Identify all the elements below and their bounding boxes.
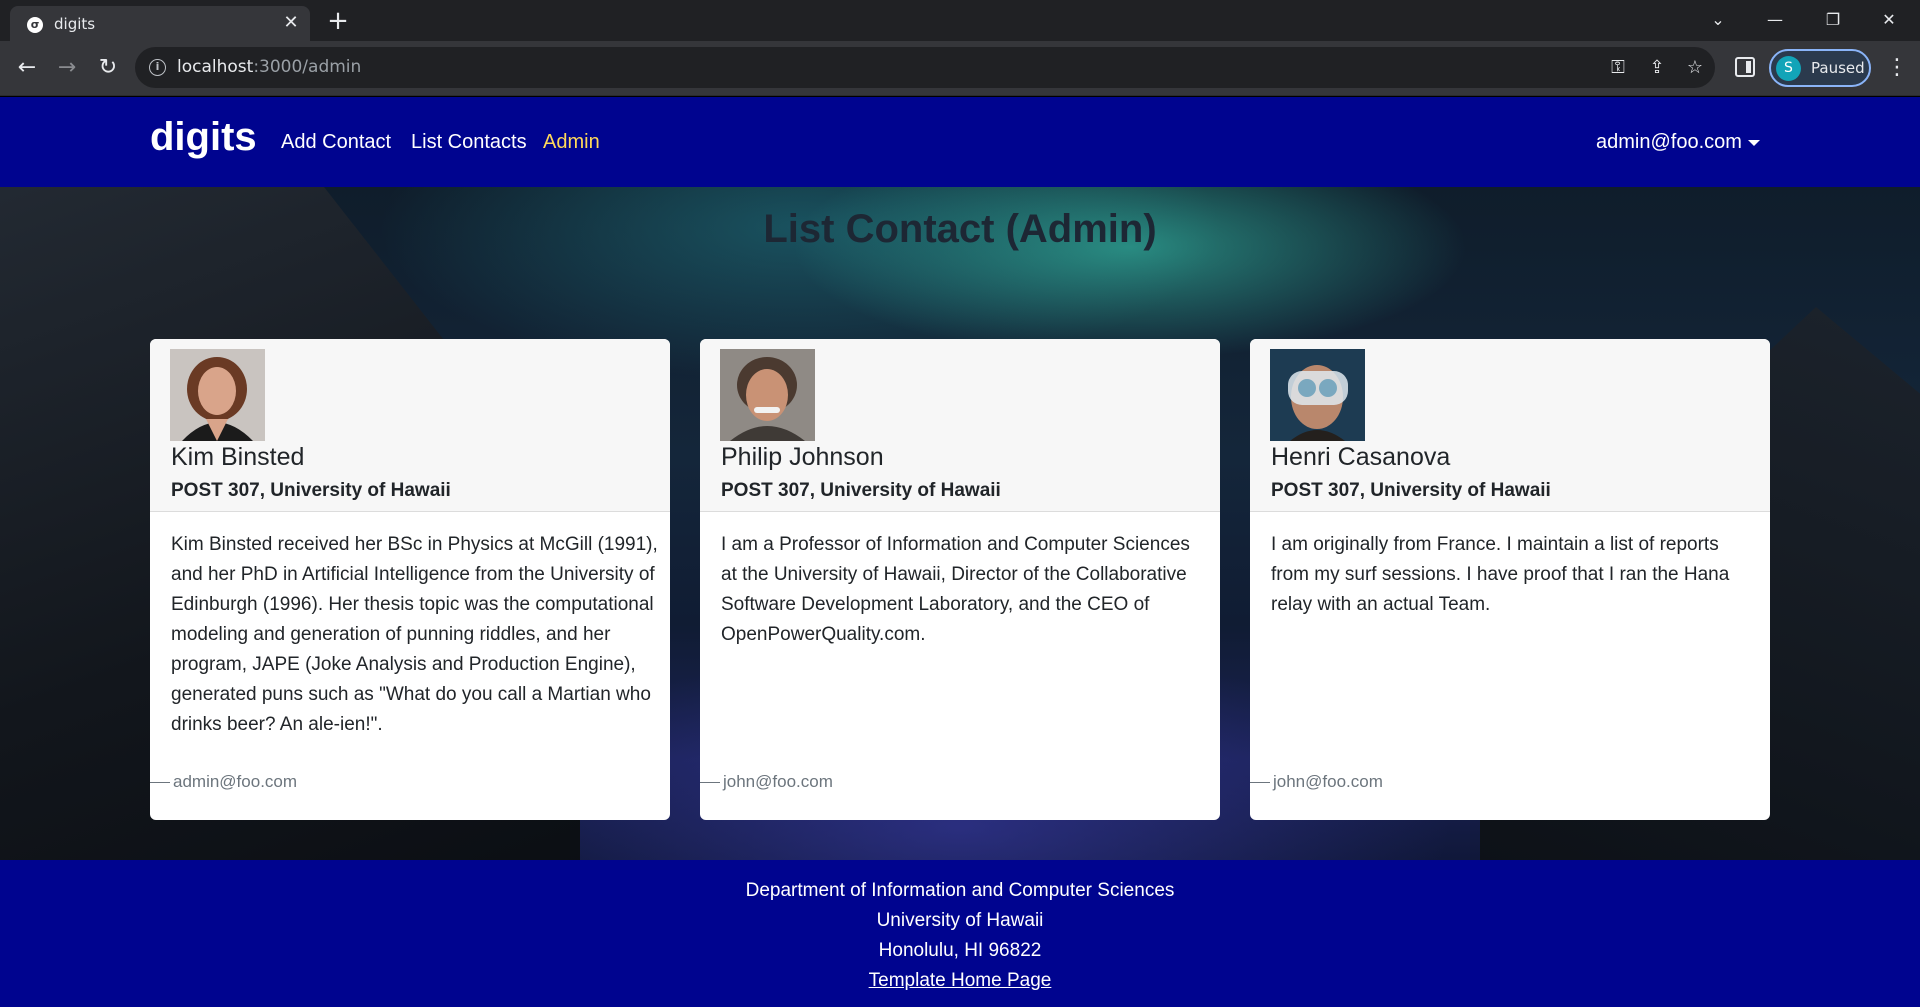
footer-address: Honolulu, HI 96822 (878, 940, 1042, 961)
contact-card: Philip Johnson POST 307, University of H… (700, 339, 1220, 820)
browser-toolbar: ← → ↻ i localhost:3000/admin ⚿ ⇪ ☆ S Pau… (0, 41, 1920, 96)
dash-icon (1250, 782, 1270, 784)
caret-down-icon (1747, 139, 1760, 146)
card-header: Philip Johnson POST 307, University of H… (700, 339, 1220, 512)
user-email: admin@foo.com (1596, 131, 1742, 153)
contact-description: I am originally from France. I maintain … (1271, 534, 1730, 615)
site-footer: Department of Information and Computer S… (0, 860, 1920, 1007)
url-path: :3000/admin (253, 57, 362, 77)
tab-search-chevron-icon[interactable]: ⌄ (1695, 5, 1741, 35)
contact-address: POST 307, University of Hawaii (171, 480, 451, 501)
page-title: List Contact (Admin) (763, 207, 1157, 251)
contact-card: Henri Casanova POST 307, University of H… (1250, 339, 1770, 820)
background-landscape: List Contact (Admin) Kim Binsted POST 30… (0, 187, 1920, 860)
footer-department: Department of Information and Computer S… (745, 880, 1175, 901)
share-icon[interactable]: ⇪ (1645, 56, 1669, 80)
star-icon[interactable]: ☆ (1683, 56, 1707, 80)
contact-owner: admin@foo.com (150, 772, 297, 792)
dash-icon (700, 782, 720, 784)
contact-address: POST 307, University of Hawaii (1271, 480, 1551, 501)
owner-email: admin@foo.com (173, 772, 298, 791)
footer-university: University of Hawaii (876, 910, 1044, 931)
forward-button[interactable]: → (52, 53, 82, 83)
template-home-link[interactable]: Template Home Page (869, 970, 1052, 991)
favicon-icon: σ (27, 17, 43, 33)
nav-admin[interactable]: Admin (543, 131, 600, 154)
avatar: S (1776, 56, 1801, 81)
key-icon[interactable]: ⚿ (1606, 56, 1630, 80)
tab-title: digits (54, 15, 96, 33)
nav-list-contacts[interactable]: List Contacts (411, 131, 527, 154)
card-header: Henri Casanova POST 307, University of H… (1250, 339, 1770, 512)
minimize-button[interactable]: — (1752, 5, 1798, 35)
dash-icon (150, 782, 170, 784)
contact-photo (1270, 349, 1365, 441)
site-info-icon[interactable]: i (149, 59, 166, 76)
back-button[interactable]: ← (12, 53, 42, 83)
site-navbar: digits Add Contact List Contacts Admin a… (0, 97, 1920, 187)
card-header: Kim Binsted POST 307, University of Hawa… (150, 339, 670, 512)
contact-name: Philip Johnson (721, 443, 884, 471)
brand-logo[interactable]: digits (150, 115, 257, 160)
url-text[interactable]: localhost:3000/admin (177, 57, 361, 77)
web-page: digits Add Contact List Contacts Admin a… (0, 97, 1920, 1007)
contact-description: I am a Professor of Information and Comp… (721, 534, 1190, 645)
contact-photo (720, 349, 815, 441)
address-bar[interactable]: i localhost:3000/admin ⚿ ⇪ ☆ (135, 47, 1715, 88)
new-tab-button[interactable]: + (325, 8, 351, 34)
user-dropdown[interactable]: admin@foo.com (1596, 131, 1760, 154)
restore-button[interactable]: ❐ (1810, 5, 1856, 35)
browser-menu-icon[interactable]: ⋮ (1886, 55, 1908, 81)
reload-button[interactable]: ↻ (93, 53, 123, 83)
contact-description: Kim Binsted received her BSc in Physics … (171, 534, 658, 735)
close-window-button[interactable]: ✕ (1866, 5, 1912, 35)
owner-email: john@foo.com (723, 772, 833, 791)
nav-add-contact[interactable]: Add Contact (281, 131, 391, 154)
contact-name: Kim Binsted (171, 443, 305, 471)
contact-photo (170, 349, 265, 441)
browser-tabstrip: σ digits ✕ + ⌄ — ❐ ✕ (0, 0, 1920, 41)
profile-button[interactable]: S Paused (1769, 49, 1871, 87)
contact-name: Henri Casanova (1271, 443, 1451, 471)
contact-address: POST 307, University of Hawaii (721, 480, 1001, 501)
contact-owner: john@foo.com (700, 772, 833, 792)
side-panel-icon[interactable] (1735, 57, 1755, 77)
contact-card: Kim Binsted POST 307, University of Hawa… (150, 339, 670, 820)
url-host: localhost (177, 57, 254, 77)
owner-email: john@foo.com (1273, 772, 1383, 791)
profile-status: Paused (1811, 59, 1865, 77)
browser-tab[interactable]: σ digits ✕ (10, 6, 310, 41)
close-tab-icon[interactable]: ✕ (280, 12, 302, 34)
contact-owner: john@foo.com (1250, 772, 1383, 792)
